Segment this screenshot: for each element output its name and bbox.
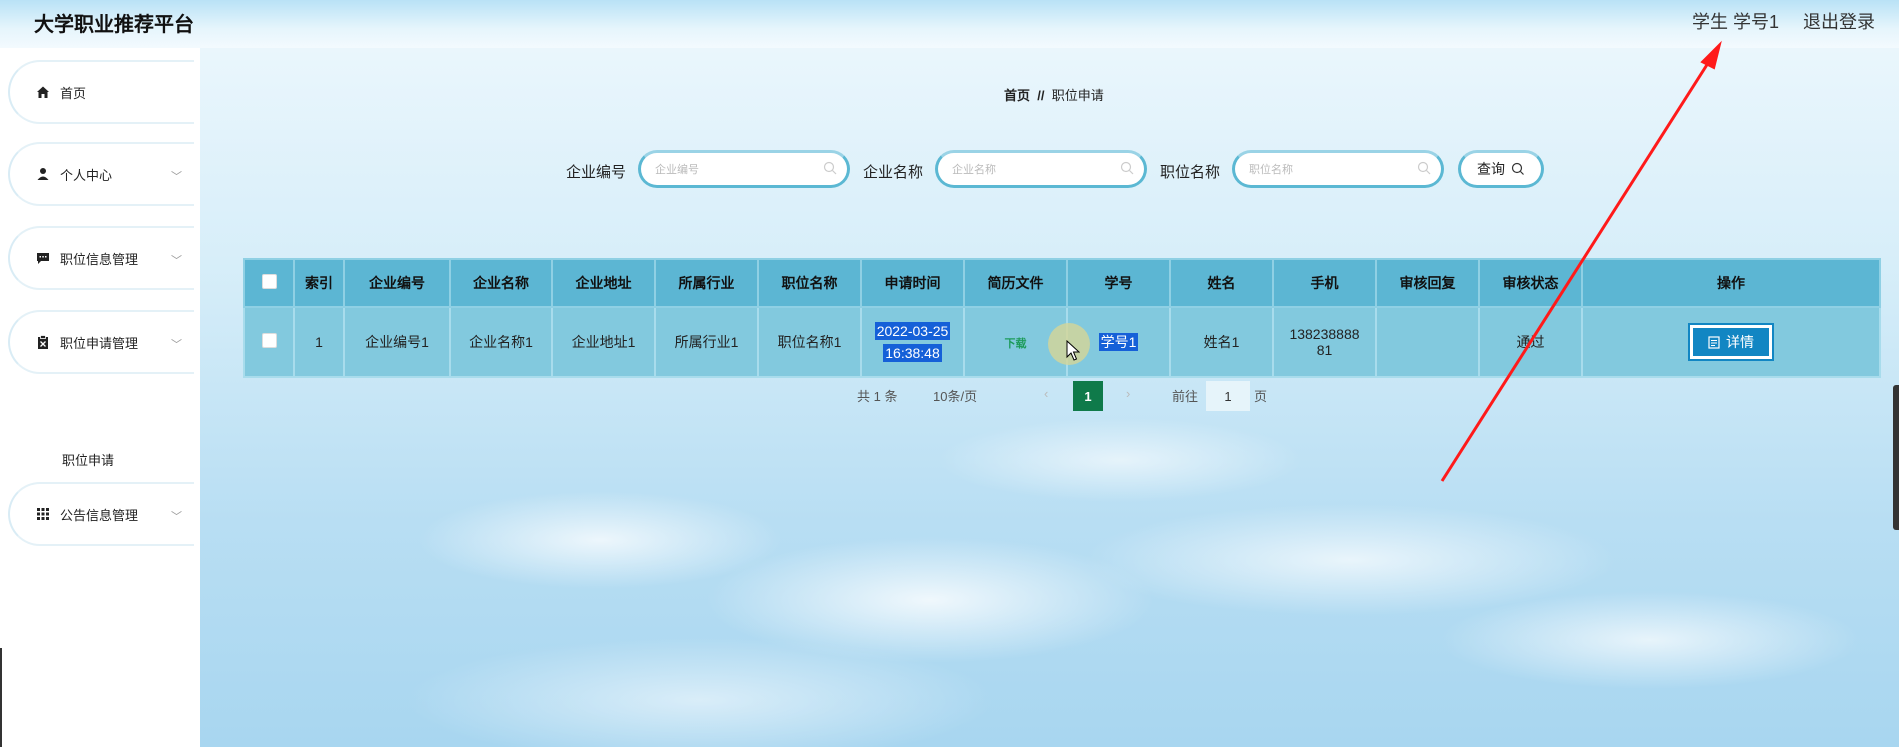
annotation-arrow: [1440, 40, 1722, 482]
scroll-handle[interactable]: [1893, 385, 1899, 530]
